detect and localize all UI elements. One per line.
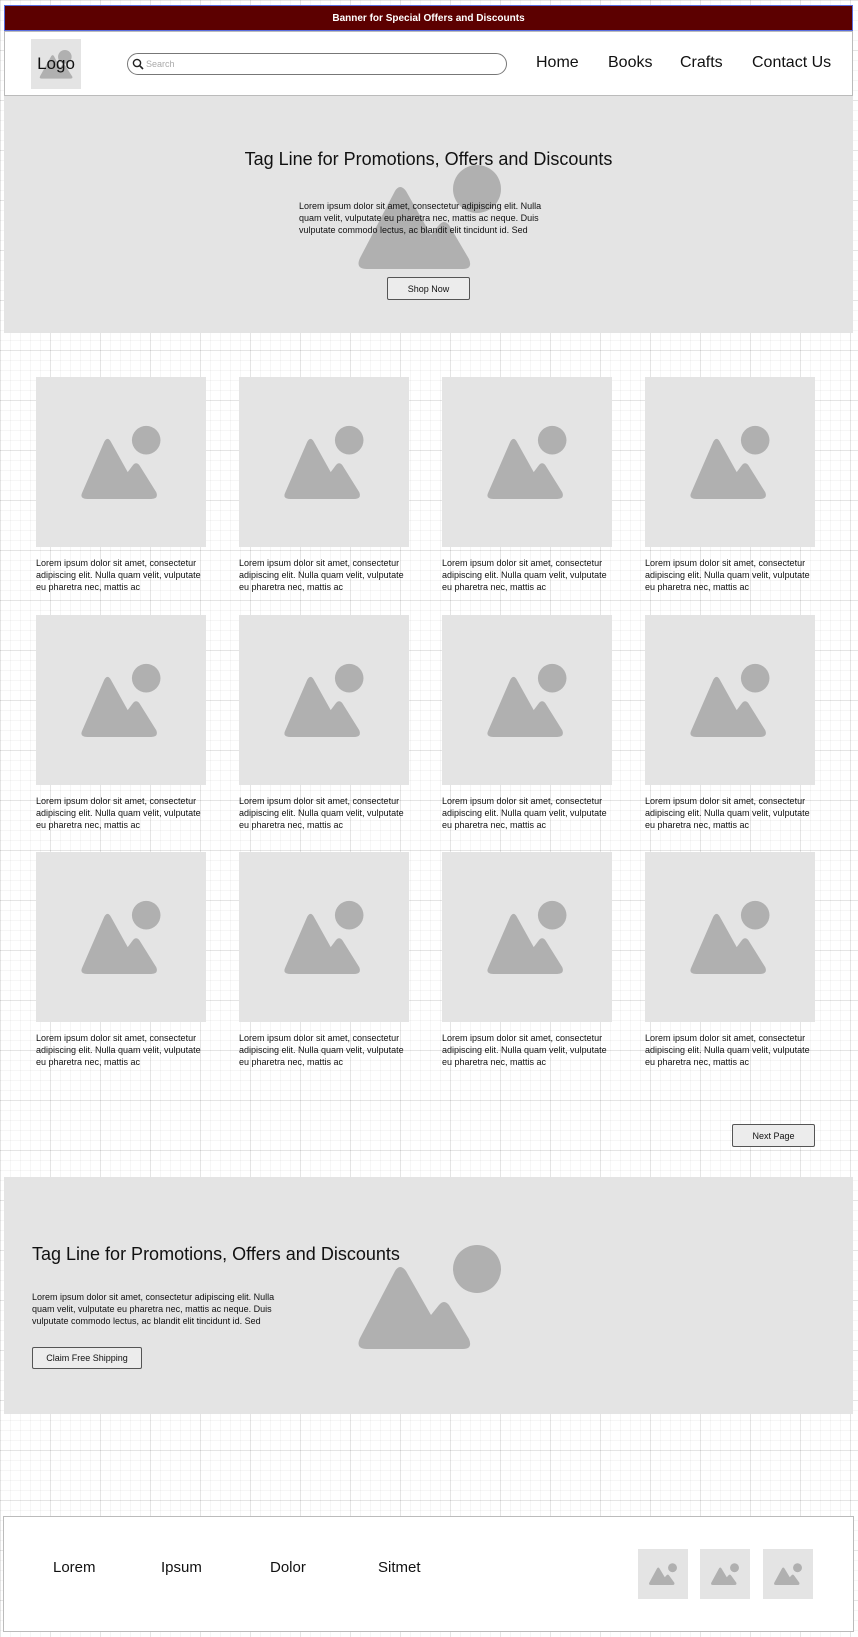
product-image[interactable]: [645, 377, 815, 547]
product-image[interactable]: [442, 852, 612, 1022]
image-placeholder-icon: [648, 1563, 677, 1585]
footer-link-lorem[interactable]: Lorem: [53, 1559, 96, 1576]
image-placeholder-icon: [487, 900, 567, 974]
product-image[interactable]: [36, 852, 206, 1022]
product-description: Lorem ipsum dolor sit amet, consectetur …: [239, 796, 404, 830]
product-image[interactable]: [36, 615, 206, 785]
image-placeholder-icon: [284, 663, 364, 737]
promo-text: Lorem ipsum dolor sit amet, consectetur …: [32, 1292, 275, 1326]
image-placeholder-icon: [81, 425, 161, 499]
image-placeholder-icon: [284, 425, 364, 499]
product-image[interactable]: [239, 852, 409, 1022]
search-input[interactable]: [146, 59, 486, 69]
product-description: Lorem ipsum dolor sit amet, consectetur …: [36, 558, 201, 592]
footer-image-3[interactable]: [763, 1549, 813, 1599]
next-page-button[interactable]: Next Page: [732, 1124, 815, 1147]
footer-image-1[interactable]: [638, 1549, 688, 1599]
nav-crafts[interactable]: Crafts: [680, 54, 723, 72]
promo-image-placeholder-icon: [358, 1245, 501, 1349]
image-placeholder-icon: [81, 663, 161, 737]
product-description: Lorem ipsum dolor sit amet, consectetur …: [442, 558, 607, 592]
product-image[interactable]: [36, 377, 206, 547]
claim-free-shipping-button[interactable]: Claim Free Shipping: [32, 1347, 142, 1369]
product-image[interactable]: [442, 615, 612, 785]
nav-home[interactable]: Home: [536, 54, 579, 72]
footer-link-sitmet[interactable]: Sitmet: [378, 1559, 421, 1576]
product-description: Lorem ipsum dolor sit amet, consectetur …: [442, 796, 607, 830]
search-box[interactable]: [127, 53, 507, 75]
product-image[interactable]: [645, 852, 815, 1022]
product-description: Lorem ipsum dolor sit amet, consectetur …: [645, 796, 810, 830]
offers-banner[interactable]: Banner for Special Offers and Discounts: [4, 5, 853, 31]
image-placeholder-icon: [710, 1563, 739, 1585]
product-description: Lorem ipsum dolor sit amet, consectetur …: [36, 796, 201, 830]
product-image[interactable]: [239, 377, 409, 547]
footer-link-dolor[interactable]: Dolor: [270, 1559, 306, 1576]
promo-title: Tag Line for Promotions, Offers and Disc…: [32, 1244, 400, 1264]
product-description: Lorem ipsum dolor sit amet, consectetur …: [239, 558, 404, 592]
logo[interactable]: Logo: [31, 39, 81, 89]
image-placeholder-icon: [690, 900, 770, 974]
hero-text: Lorem ipsum dolor sit amet, consectetur …: [299, 201, 542, 235]
product-description: Lorem ipsum dolor sit amet, consectetur …: [645, 1033, 810, 1067]
hero-title: Tag Line for Promotions, Offers and Disc…: [244, 149, 613, 169]
footer-image-2[interactable]: [700, 1549, 750, 1599]
footer-link-ipsum[interactable]: Ipsum: [161, 1559, 202, 1576]
image-placeholder-icon: [487, 663, 567, 737]
product-image[interactable]: [239, 615, 409, 785]
image-placeholder-icon: [690, 663, 770, 737]
product-description: Lorem ipsum dolor sit amet, consectetur …: [645, 558, 810, 592]
product-description: Lorem ipsum dolor sit amet, consectetur …: [239, 1033, 404, 1067]
image-placeholder-icon: [487, 425, 567, 499]
image-placeholder-icon: [690, 425, 770, 499]
shop-now-button[interactable]: Shop Now: [387, 277, 470, 300]
product-image[interactable]: [645, 615, 815, 785]
image-placeholder-icon: [284, 900, 364, 974]
image-placeholder-icon: [81, 900, 161, 974]
product-image[interactable]: [442, 377, 612, 547]
nav-contact-us[interactable]: Contact Us: [752, 54, 831, 72]
search-icon: [132, 58, 144, 70]
product-description: Lorem ipsum dolor sit amet, consectetur …: [36, 1033, 201, 1067]
nav-books[interactable]: Books: [608, 54, 652, 72]
logo-text: Logo: [37, 54, 75, 73]
product-description: Lorem ipsum dolor sit amet, consectetur …: [442, 1033, 607, 1067]
image-placeholder-icon: [773, 1563, 802, 1585]
